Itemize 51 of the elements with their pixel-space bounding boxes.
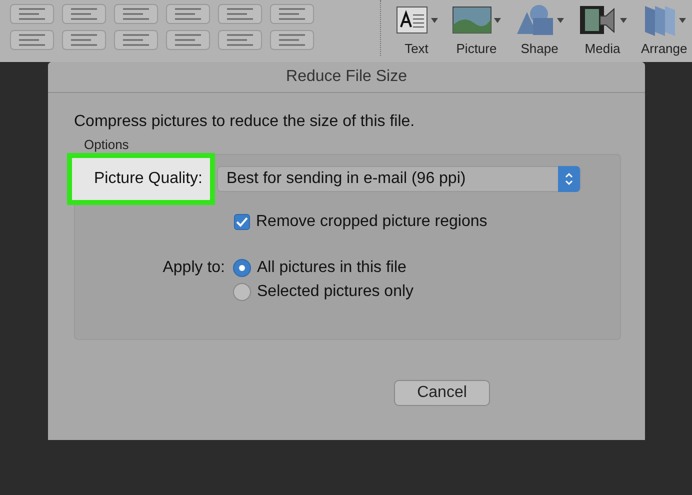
checkbox[interactable] [234, 214, 250, 230]
group-label: Options [84, 137, 130, 152]
lines-icon [121, 7, 151, 21]
format-button[interactable] [218, 4, 262, 24]
lines-icon [277, 33, 307, 47]
caret-icon [620, 18, 627, 22]
format-button[interactable] [166, 30, 210, 50]
ribbon-button[interactable]: Text [395, 0, 438, 56]
radio-label: All pictures in this file [257, 259, 406, 277]
checkbox-label: Remove cropped picture regions [256, 213, 488, 231]
caret-icon [678, 18, 686, 22]
ribbon-button[interactable]: Arrange [641, 0, 688, 56]
format-button[interactable] [62, 4, 106, 24]
intro-text: Compress pictures to reduce the size of this file. [74, 113, 416, 131]
lines-icon [17, 33, 47, 47]
ribbon-button[interactable]: Picture [452, 0, 501, 56]
cancel-button[interactable]: Cancel [394, 380, 490, 406]
lines-icon [17, 7, 47, 21]
caret-icon [431, 18, 438, 22]
format-button[interactable] [62, 30, 106, 50]
dialog-title: Reduce File Size [48, 62, 645, 93]
shapes-icon [515, 4, 555, 36]
field-label: Picture Quality: [67, 153, 216, 205]
format-button[interactable] [218, 30, 262, 50]
landscape-icon [452, 5, 492, 35]
lines-icon [173, 33, 203, 47]
stepper-icon [565, 172, 574, 186]
caret-icon [494, 18, 501, 22]
radio-button[interactable] [233, 283, 251, 301]
lines-icon [225, 33, 255, 47]
ribbon-button[interactable]: Media [578, 0, 627, 56]
lines-icon [121, 33, 151, 47]
quality-dropdown[interactable]: Best for sending in e-mail (96 ppi) [217, 166, 582, 192]
format-button[interactable] [270, 4, 314, 24]
format-button[interactable] [114, 4, 158, 24]
lines-icon [225, 7, 255, 21]
lines-icon [69, 7, 99, 21]
radio-label: Selected pictures only [257, 283, 414, 301]
text-box-icon [395, 5, 429, 35]
caret-icon [557, 18, 564, 22]
radio-button[interactable] [233, 259, 251, 277]
lines-icon [277, 7, 307, 21]
format-button[interactable] [114, 30, 158, 50]
lines-icon [173, 7, 203, 21]
format-button[interactable] [10, 30, 54, 50]
lines-icon [69, 33, 99, 47]
ribbon-button[interactable]: Shape [515, 0, 564, 56]
format-button[interactable] [10, 4, 54, 24]
format-button[interactable] [166, 4, 210, 24]
format-button[interactable] [270, 30, 314, 50]
field-label: Apply to: [162, 259, 225, 277]
